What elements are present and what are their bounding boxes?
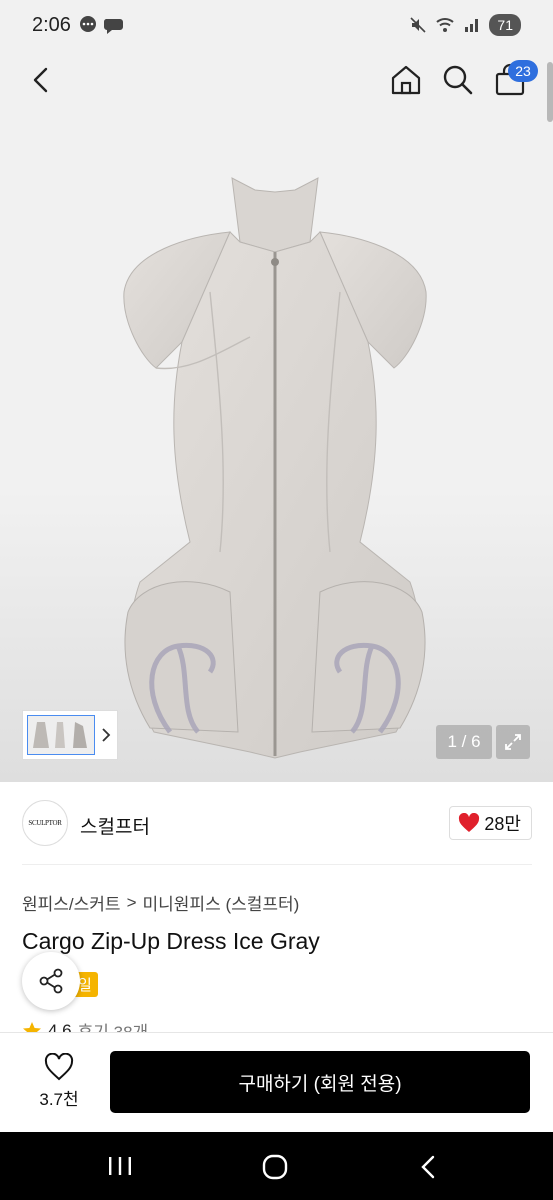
- status-right: 71: [409, 14, 521, 36]
- signal-icon: [465, 19, 479, 32]
- search-icon[interactable]: [440, 62, 476, 98]
- buy-button[interactable]: 구매하기 (회원 전용): [110, 1051, 530, 1113]
- product-image: [123, 177, 427, 759]
- back-nav-icon[interactable]: [416, 1154, 442, 1180]
- brand-row[interactable]: SCULPTOR 스컬프터 28만: [22, 800, 532, 848]
- wishlist-count: 3.7천: [39, 1090, 79, 1109]
- thumbnail-image[interactable]: [27, 715, 95, 755]
- brand-name[interactable]: 스컬프터: [80, 812, 150, 839]
- share-icon: [39, 968, 63, 994]
- back-icon[interactable]: [26, 64, 58, 96]
- product-title: Cargo Zip-Up Dress Ice Gray: [22, 928, 320, 954]
- scrollbar[interactable]: [547, 62, 553, 122]
- brand-logo-text: SCULPTOR: [28, 819, 62, 827]
- battery-indicator: 71: [489, 14, 521, 36]
- home-nav-icon[interactable]: [260, 1152, 290, 1182]
- status-bar: 2:06 71: [0, 0, 553, 52]
- home-icon[interactable]: [388, 62, 424, 98]
- expand-button[interactable]: [496, 725, 530, 759]
- breadcrumb-subcategory[interactable]: 미니원피스 (스컬프터): [143, 890, 300, 915]
- breadcrumb: 원피스/스커트 > 미니원피스 (스컬프터): [22, 890, 299, 915]
- purchase-bar: 3.7천 구매하기 (회원 전용): [0, 1032, 553, 1132]
- breadcrumb-separator: >: [126, 892, 137, 912]
- product-gallery[interactable]: 23 1 / 6: [0, 52, 553, 782]
- chat-bubble-icon: [80, 16, 96, 32]
- notification-icons: [78, 15, 124, 35]
- divider: [22, 864, 532, 865]
- recents-icon[interactable]: [106, 1154, 134, 1178]
- breadcrumb-category[interactable]: 원피스/스커트: [22, 890, 121, 915]
- status-time: 2:06: [32, 14, 71, 36]
- system-nav-bar: [0, 1132, 553, 1200]
- chevron-right-icon[interactable]: [97, 726, 115, 744]
- message-icon: [103, 19, 123, 34]
- mute-icon: [410, 17, 426, 33]
- heart-filled-icon: [459, 813, 480, 832]
- thumbnail-strip[interactable]: [22, 710, 118, 760]
- brand-like-button[interactable]: 28만: [449, 806, 532, 840]
- cart-count-badge: 23: [508, 60, 538, 82]
- page-counter: 1 / 6: [436, 725, 492, 759]
- wifi-icon: [436, 18, 455, 32]
- thumbnail-dress-icon: [33, 722, 87, 748]
- brand-logo[interactable]: SCULPTOR: [22, 800, 68, 846]
- brand-like-count: 28만: [484, 814, 521, 834]
- share-button[interactable]: [22, 952, 80, 1010]
- wishlist-button[interactable]: 3.7천: [28, 1053, 90, 1117]
- heart-outline-icon: [44, 1053, 74, 1081]
- expand-icon: [505, 734, 521, 750]
